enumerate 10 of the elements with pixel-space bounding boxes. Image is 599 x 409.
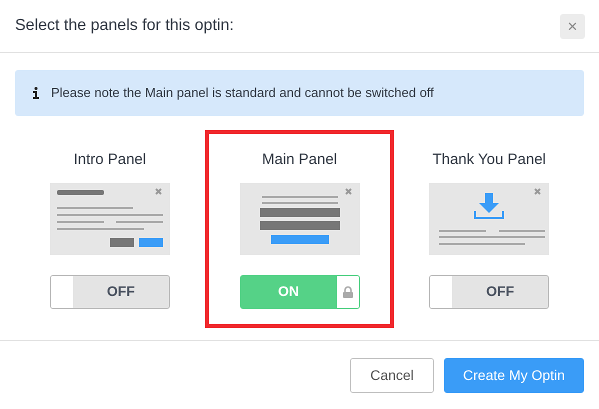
lock-icon [342, 286, 352, 298]
panel-title: Intro Panel [74, 150, 146, 170]
modal-title: Select the panels for this optin: [15, 16, 234, 36]
info-icon [33, 87, 39, 99]
toggle-switch[interactable]: OFF [429, 274, 550, 308]
info-text: Please note the Main panel is standard and cannot be switched off [51, 84, 434, 102]
toggle-switch[interactable]: OFF [50, 274, 170, 308]
cancel-button[interactable]: Cancel [350, 358, 434, 393]
panel-title: Thank You Panel [432, 150, 546, 170]
panel-title: Main Panel [262, 150, 338, 170]
